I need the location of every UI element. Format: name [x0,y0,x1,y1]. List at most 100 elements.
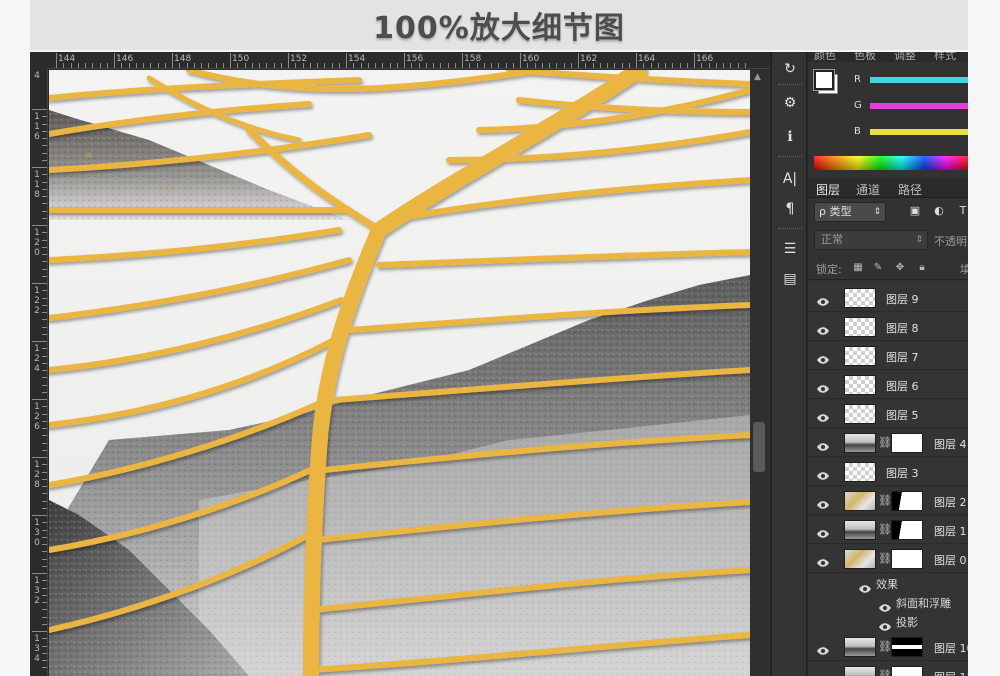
vertical-scrollbar[interactable]: ▲ [750,70,770,676]
layer-row[interactable]: ⛓ 图层 1 [808,516,968,544]
visibility-eye-icon[interactable] [878,598,891,612]
ruler-tick [42,210,47,212]
foreground-color-swatch[interactable] [813,69,835,91]
visibility-eye-icon[interactable] [816,437,830,451]
layer-thumbnail [844,462,876,482]
mask-link-icon[interactable]: ⛓ [878,551,892,567]
filter-adjustment-icon[interactable]: ◐ [932,204,946,218]
layer-row[interactable]: 图层 6 [808,371,968,399]
ruler-tick [42,348,47,350]
info-icon[interactable]: ℹ [778,126,802,148]
layer-filter-select[interactable]: ρ 类型 ⇕ [814,202,886,222]
b-slider[interactable] [870,129,968,135]
visibility-eye-icon[interactable] [858,579,871,593]
lock-brush-icon[interactable]: ✎ [872,262,884,274]
ruler-tick [42,609,47,611]
scroll-up-icon[interactable]: ▲ [754,72,761,82]
ruler-tick [42,217,47,219]
layer-row[interactable]: 图层 5 [808,400,968,428]
ruler-tick [389,63,391,68]
lock-all-icon[interactable]: 🔒︎ [916,262,928,274]
history-icon[interactable]: ↻ [778,58,802,80]
visibility-eye-icon[interactable] [816,408,830,422]
tab-channels[interactable]: 通道 [856,181,880,198]
visibility-eye-icon[interactable] [816,553,830,567]
ruler-tick [70,63,72,68]
layer-row[interactable]: 图层 8 [808,313,968,341]
filter-type-icon[interactable]: T [956,204,968,218]
notes-icon[interactable]: ☰ [778,238,802,260]
effect-item[interactable]: 投影 [808,612,968,631]
layer-mask-thumbnail[interactable] [891,491,923,511]
layer-row[interactable]: ⛓ 图层 2 [808,487,968,515]
ruler-top[interactable]: 144 146 148 150 152 154 156 158 160 162 164 166 [30,52,770,69]
blend-mode-select[interactable]: 正常 ⇕ [814,230,928,250]
visibility-eye-icon[interactable] [816,466,830,480]
document-icon[interactable]: ▤ [778,268,802,290]
visibility-eye-icon[interactable] [816,495,830,509]
tab-layers[interactable]: 图层 [816,181,840,198]
ruler-top-label: 160 [522,54,540,64]
ruler-tick [650,63,652,68]
mask-link-icon[interactable]: ⛓ [878,522,892,538]
paragraph-icon[interactable]: ¶ [778,198,802,220]
ruler-tick [42,116,47,118]
visibility-eye-icon[interactable] [878,617,891,631]
mask-link-icon[interactable]: ⛓ [878,435,892,451]
mask-link-icon[interactable]: ⛓ [878,668,892,676]
layer-mask-thumbnail[interactable] [891,433,923,453]
effect-item[interactable]: 斜面和浮雕 [808,593,968,612]
document-canvas[interactable] [49,70,750,676]
properties-icon[interactable]: ⚙ [778,92,802,114]
tab-adjustments[interactable]: 调整 [894,52,916,63]
r-slider[interactable] [870,77,968,83]
filter-image-icon[interactable]: ▣ [908,204,922,218]
ruler-tick [42,413,47,415]
visibility-eye-icon[interactable] [816,350,830,364]
b-label: B [854,126,861,137]
ruler-tick [585,63,587,68]
layer-mask-thumbnail[interactable] [891,520,923,540]
ruler-corner[interactable] [30,52,48,69]
tab-paths[interactable]: 路径 [898,181,922,198]
character-icon[interactable]: A| [778,168,802,190]
layer-row[interactable]: ⛓ 图层 4 [808,429,968,457]
g-slider[interactable] [870,103,968,109]
ruler-tick [686,63,688,68]
ruler-tick [273,63,275,68]
effects-row[interactable]: 效果 [808,574,968,593]
ruler-left[interactable]: 4 116 118 120 122 124 126 128 130 132 134 [30,69,48,676]
visibility-eye-icon[interactable] [816,321,830,335]
mask-link-icon[interactable]: ⛓ [878,639,892,655]
lock-move-icon[interactable]: ✥ [894,262,906,274]
layer-mask-thumbnail[interactable] [891,666,923,676]
ruler-tick [42,507,47,509]
ruler-tick [418,63,420,68]
ruler-tick [32,283,47,284]
scrollbar-thumb[interactable] [753,422,765,472]
ruler-tick [476,63,478,68]
ruler-tick [665,63,666,68]
ruler-tick [744,63,746,68]
lock-transparent-icon[interactable]: ▦ [852,262,864,274]
layer-row[interactable]: 图层 3 [808,458,968,486]
ruler-tick [32,225,47,226]
layer-row[interactable]: ⛓ 图层 11 [808,662,968,676]
tab-color[interactable]: 颜色 [814,52,836,63]
layer-row[interactable]: ⛓ 图层 0 [808,545,968,573]
layer-row[interactable]: 图层 9 [808,284,968,312]
ruler-tick [701,63,703,68]
ruler-top-label: 146 [116,54,134,64]
visibility-eye-icon[interactable] [816,292,830,306]
tab-styles[interactable]: 样式 [934,52,956,63]
visibility-eye-icon[interactable] [816,379,830,393]
layer-row[interactable]: ⛓ 图层 10 [808,633,968,661]
tab-swatches[interactable]: 色板 [854,52,876,63]
visibility-eye-icon[interactable] [816,524,830,538]
layer-row[interactable]: 图层 7 [808,342,968,370]
visibility-eye-icon[interactable] [816,670,830,676]
layer-mask-thumbnail[interactable] [891,549,923,569]
layer-mask-thumbnail[interactable] [891,637,923,657]
visibility-eye-icon[interactable] [816,641,830,655]
mask-link-icon[interactable]: ⛓ [878,493,892,509]
